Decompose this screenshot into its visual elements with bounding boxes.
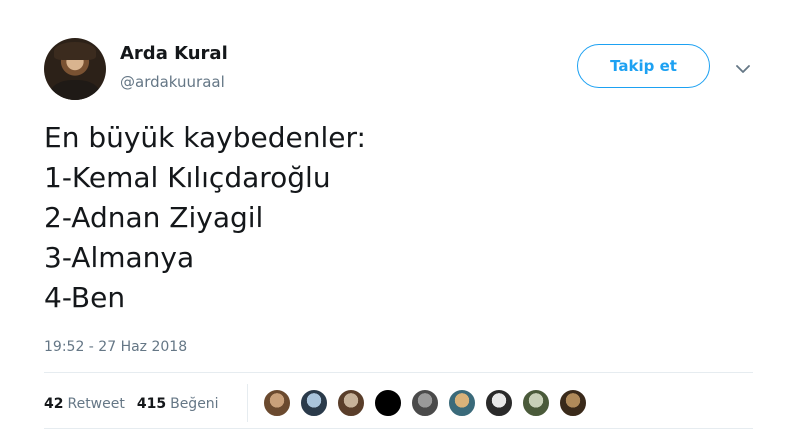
liker-avatar[interactable] [373, 388, 403, 418]
liker-avatar[interactable] [336, 388, 366, 418]
liker-avatar[interactable] [262, 388, 292, 418]
like-count: 415 [136, 396, 167, 412]
tweet-line: 3-Almanya [44, 241, 195, 274]
retweet-count: 42 [44, 396, 64, 412]
liker-avatar[interactable] [410, 388, 440, 418]
liker-avatar[interactable] [558, 388, 588, 418]
follow-button[interactable]: Takip et [577, 44, 710, 88]
liker-avatar[interactable] [447, 388, 477, 418]
like-label: Beğeni [170, 396, 219, 412]
tweet-line: 2-Adnan Ziyagil [44, 201, 264, 234]
avatar-hat [54, 42, 96, 60]
author-handle[interactable]: @ardakuuraal [120, 72, 225, 92]
tweet-text: En büyük kaybedenler: 1-Kemal Kılıçdaroğ… [44, 118, 366, 318]
avatar[interactable] [44, 38, 106, 100]
tweet-line: 1-Kemal Kılıçdaroğlu [44, 161, 331, 194]
divider [44, 372, 753, 373]
liker-avatar[interactable] [299, 388, 329, 418]
chevron-down-icon[interactable] [732, 58, 754, 80]
author-name[interactable]: Arda Kural [120, 42, 228, 66]
liker-avatar[interactable] [484, 388, 514, 418]
tweet-line: 4-Ben [44, 281, 126, 314]
avatar-coat [50, 80, 100, 100]
liker-avatar[interactable] [521, 388, 551, 418]
tweet-timestamp[interactable]: 19:52 - 27 Haz 2018 [44, 337, 187, 357]
divider [44, 428, 753, 429]
like-stat[interactable]: 415 Beğeni [137, 394, 219, 414]
tweet-stats: 42 Retweet 415 Beğeni [44, 394, 219, 414]
retweet-label: Retweet [67, 396, 125, 412]
likers-avatars [262, 388, 588, 418]
tweet-line: En büyük kaybedenler: [44, 121, 366, 154]
stats-separator [247, 384, 248, 422]
retweet-stat[interactable]: 42 Retweet [44, 394, 125, 414]
